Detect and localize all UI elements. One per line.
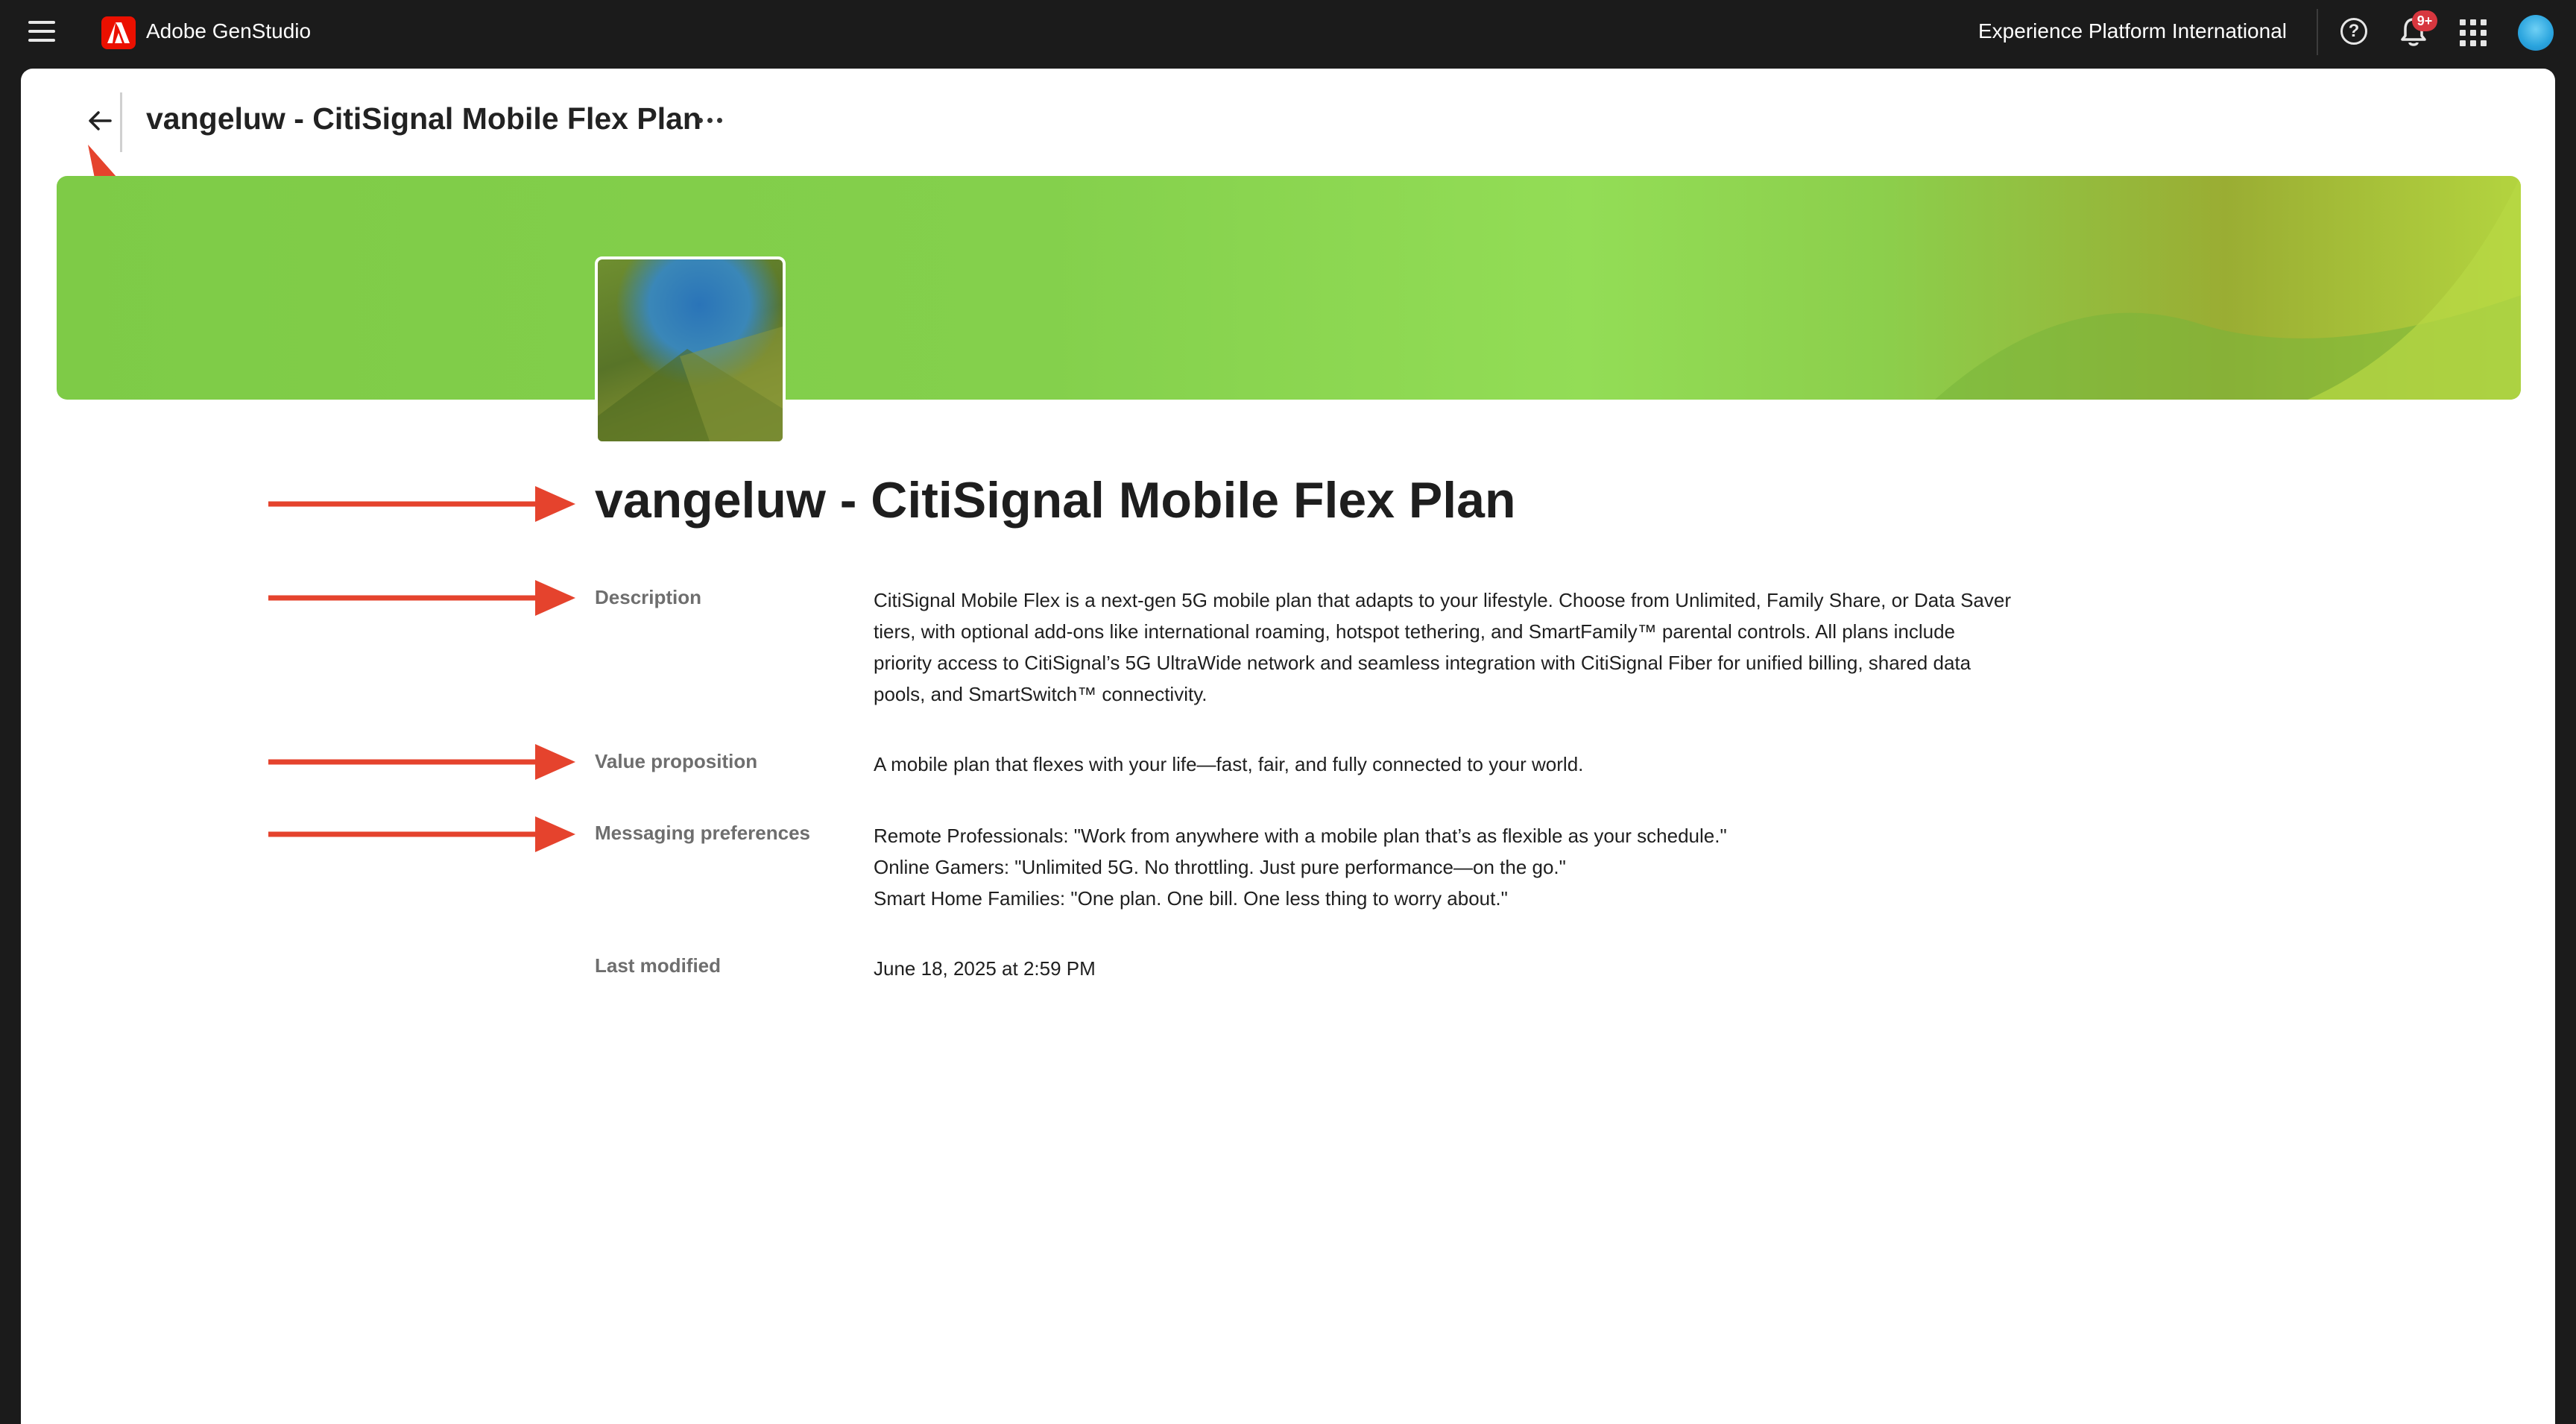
header-title: vangeluw - CitiSignal Mobile Flex Plan — [146, 101, 701, 136]
apps-grid-icon[interactable] — [2460, 19, 2487, 46]
description-label: Description — [595, 586, 702, 608]
annotation-arrow — [268, 486, 575, 522]
org-switcher[interactable]: Experience Platform International — [1978, 19, 2287, 43]
messaging-line: Smart Home Families: "One plan. One bill… — [874, 887, 1508, 910]
divider — [2317, 9, 2318, 55]
top-app-bar: Adobe GenStudio Experience Platform Inte… — [0, 0, 2576, 69]
back-arrow-icon — [89, 111, 112, 130]
annotation-arrow — [268, 816, 575, 852]
messaging-preferences-value: Remote Professionals: "Work from anywher… — [874, 820, 2007, 914]
annotation-arrow — [268, 744, 575, 780]
value-proposition-label: Value proposition — [595, 750, 758, 772]
description-value: CitiSignal Mobile Flex is a next-gen 5G … — [874, 585, 2012, 710]
last-modified-value: June 18, 2025 at 2:59 PM — [874, 957, 1096, 980]
description-line: pools, and SmartSwitch™ connectivity. — [874, 683, 1208, 705]
notification-badge: 9+ — [2412, 10, 2437, 31]
annotation-arrow — [268, 580, 575, 616]
help-icon[interactable]: ? — [2340, 18, 2367, 45]
avatar[interactable] — [2518, 15, 2554, 51]
hamburger-icon[interactable] — [28, 21, 55, 45]
page-title: vangeluw - CitiSignal Mobile Flex Plan — [595, 472, 1516, 529]
description-line: CitiSignal Mobile Flex is a next-gen 5G … — [874, 589, 2012, 611]
last-modified-label: Last modified — [595, 954, 722, 977]
messaging-line: Remote Professionals: "Work from anywher… — [874, 825, 1727, 847]
main-panel: vangeluw - CitiSignal Mobile Flex Plan v… — [21, 69, 2555, 1424]
product-thumbnail — [595, 256, 786, 444]
more-icon[interactable] — [692, 109, 729, 131]
value-proposition-value: A mobile plan that flexes with your life… — [874, 753, 1584, 775]
app-name[interactable]: Adobe GenStudio — [146, 19, 311, 43]
messaging-preferences-label: Messaging preferences — [595, 822, 811, 844]
adobe-logo-icon[interactable] — [101, 16, 136, 49]
description-line: priority access to CitiSignal’s 5G Ultra… — [874, 652, 1972, 674]
description-line: tiers, with optional add-ons like intern… — [874, 620, 1955, 643]
messaging-line: Online Gamers: "Unlimited 5G. No throttl… — [874, 856, 1566, 878]
banner-image — [57, 176, 2521, 400]
